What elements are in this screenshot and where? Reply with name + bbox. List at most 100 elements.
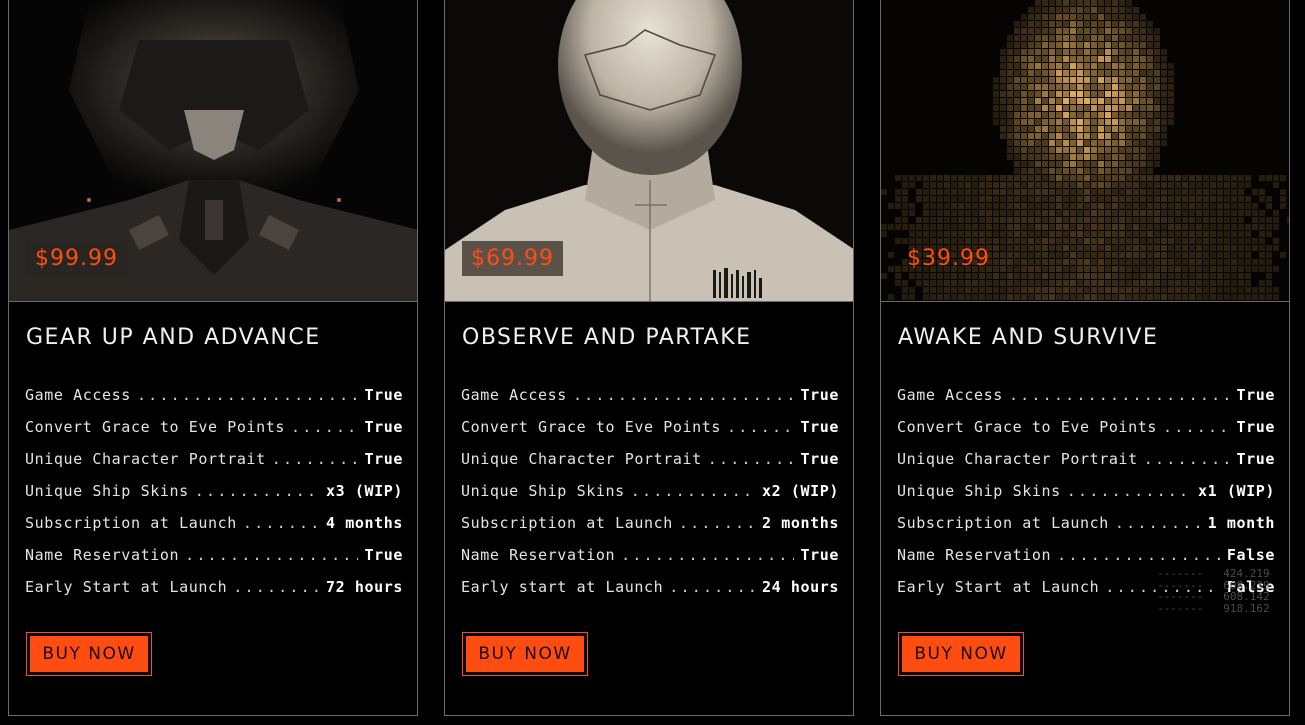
feature-label: Game Access	[461, 386, 567, 404]
feature-label: Name Reservation	[461, 546, 616, 564]
feature-label: Name Reservation	[897, 546, 1052, 564]
feature-value: True	[364, 450, 403, 468]
dot-leader	[1057, 546, 1221, 564]
feature-row: Early Start at Launch 72 hours	[25, 578, 403, 610]
dot-leader	[195, 482, 320, 500]
feature-label: Unique Character Portrait	[897, 450, 1138, 468]
feature-row: Convert Grace to Eve Points True	[461, 418, 839, 450]
feature-value: 4 months	[325, 514, 403, 532]
feature-label: Convert Grace to Eve Points	[897, 418, 1158, 436]
buy-now-button[interactable]: BUY NOW	[898, 632, 1024, 676]
buy-now-label: BUY NOW	[42, 644, 136, 664]
feature-label: Early Start at Launch	[25, 578, 228, 596]
feature-row: Unique Character Portrait True	[461, 450, 839, 482]
feature-value: True	[364, 546, 403, 564]
tier-card-2: $69.99 OBSERVE AND PARTAKE Game Access Tr…	[444, 0, 854, 716]
feature-value: 72 hours	[325, 578, 403, 596]
dot-leader	[708, 450, 795, 468]
feature-row: Game Access True	[461, 386, 839, 418]
dot-leader	[1009, 386, 1231, 404]
feature-list: Game Access True Convert Grace to Eve Poi…	[897, 386, 1275, 610]
tier-image-pixel-face: $39.99	[881, 0, 1289, 302]
tier-image-pale-bust: $69.99	[445, 0, 853, 302]
dot-leader	[727, 418, 794, 436]
dot-leader	[272, 450, 359, 468]
buy-now-button[interactable]: BUY NOW	[26, 632, 152, 676]
dot-leader	[1144, 450, 1231, 468]
dot-leader	[291, 418, 358, 436]
feature-row: Convert Grace to Eve Points True	[897, 418, 1275, 450]
feature-value: False	[1226, 546, 1275, 564]
dot-leader	[243, 514, 320, 532]
buy-now-label: BUY NOW	[914, 644, 1008, 664]
feature-value: 1 month	[1207, 514, 1275, 532]
pricing-page: $99.99 GEAR UP AND ADVANCE Game Access Tr…	[0, 0, 1305, 725]
feature-value: True	[364, 418, 403, 436]
feature-label: Unique Character Portrait	[25, 450, 266, 468]
feature-label: Early start at Launch	[461, 578, 664, 596]
feature-value: False	[1226, 578, 1275, 596]
feature-label: Unique Ship Skins	[461, 482, 625, 500]
dot-leader	[669, 578, 756, 596]
feature-label: Convert Grace to Eve Points	[25, 418, 286, 436]
tier-title: GEAR UP AND ADVANCE	[26, 325, 321, 350]
buy-now-button[interactable]: BUY NOW	[462, 632, 588, 676]
feature-value: True	[800, 546, 839, 564]
feature-value: True	[1236, 418, 1275, 436]
feature-label: Unique Ship Skins	[897, 482, 1061, 500]
feature-value: 24 hours	[761, 578, 839, 596]
feature-row: Name Reservation True	[461, 546, 839, 578]
feature-value: x3 (WIP)	[325, 482, 403, 500]
feature-list: Game Access True Convert Grace to Eve Poi…	[25, 386, 403, 610]
feature-row: Early start at Launch 24 hours	[461, 578, 839, 610]
feature-label: Name Reservation	[25, 546, 180, 564]
price-tag: $99.99	[26, 241, 127, 276]
feature-row: Convert Grace to Eve Points True	[25, 418, 403, 450]
dot-leader	[621, 546, 794, 564]
feature-row: Game Access True	[25, 386, 403, 418]
tier-image-armored-helmet: $99.99	[9, 0, 417, 302]
tier-title: AWAKE AND SURVIVE	[898, 325, 1159, 350]
feature-value: True	[800, 450, 839, 468]
tier-title: OBSERVE AND PARTAKE	[462, 325, 752, 350]
feature-label: Subscription at Launch	[897, 514, 1109, 532]
feature-label: Early Start at Launch	[897, 578, 1100, 596]
feature-value: x2 (WIP)	[761, 482, 839, 500]
feature-row: Unique Ship Skins x3 (WIP)	[25, 482, 403, 514]
feature-row: Game Access True	[897, 386, 1275, 418]
feature-row: Unique Character Portrait True	[25, 450, 403, 482]
dot-leader	[1105, 578, 1221, 596]
dot-leader	[185, 546, 358, 564]
buy-now-label: BUY NOW	[478, 644, 572, 664]
dot-leader	[137, 386, 359, 404]
feature-value: 2 months	[761, 514, 839, 532]
feature-row: Name Reservation False	[897, 546, 1275, 578]
feature-row: Unique Ship Skins x1 (WIP)	[897, 482, 1275, 514]
feature-row: Name Reservation True	[25, 546, 403, 578]
feature-value: True	[1236, 450, 1275, 468]
tier-card-1: $99.99 GEAR UP AND ADVANCE Game Access Tr…	[8, 0, 418, 716]
feature-label: Unique Ship Skins	[25, 482, 189, 500]
feature-label: Convert Grace to Eve Points	[461, 418, 722, 436]
feature-label: Game Access	[897, 386, 1003, 404]
feature-row: Unique Character Portrait True	[897, 450, 1275, 482]
feature-value: True	[364, 386, 403, 404]
feature-row: Subscription at Launch 1 month	[897, 514, 1275, 546]
feature-row: Unique Ship Skins x2 (WIP)	[461, 482, 839, 514]
feature-label: Game Access	[25, 386, 131, 404]
feature-value: True	[800, 418, 839, 436]
dot-leader	[573, 386, 795, 404]
feature-label: Subscription at Launch	[25, 514, 237, 532]
feature-row: Subscription at Launch 2 months	[461, 514, 839, 546]
dot-leader	[1115, 514, 1202, 532]
feature-value: x1 (WIP)	[1197, 482, 1275, 500]
dot-leader	[1163, 418, 1230, 436]
dot-leader	[679, 514, 756, 532]
dot-leader	[631, 482, 756, 500]
price-tag: $69.99	[462, 241, 563, 276]
price-tag: $39.99	[907, 246, 990, 271]
feature-value: True	[1236, 386, 1275, 404]
feature-label: Subscription at Launch	[461, 514, 673, 532]
feature-row: Early Start at Launch False	[897, 578, 1275, 610]
feature-value: True	[800, 386, 839, 404]
